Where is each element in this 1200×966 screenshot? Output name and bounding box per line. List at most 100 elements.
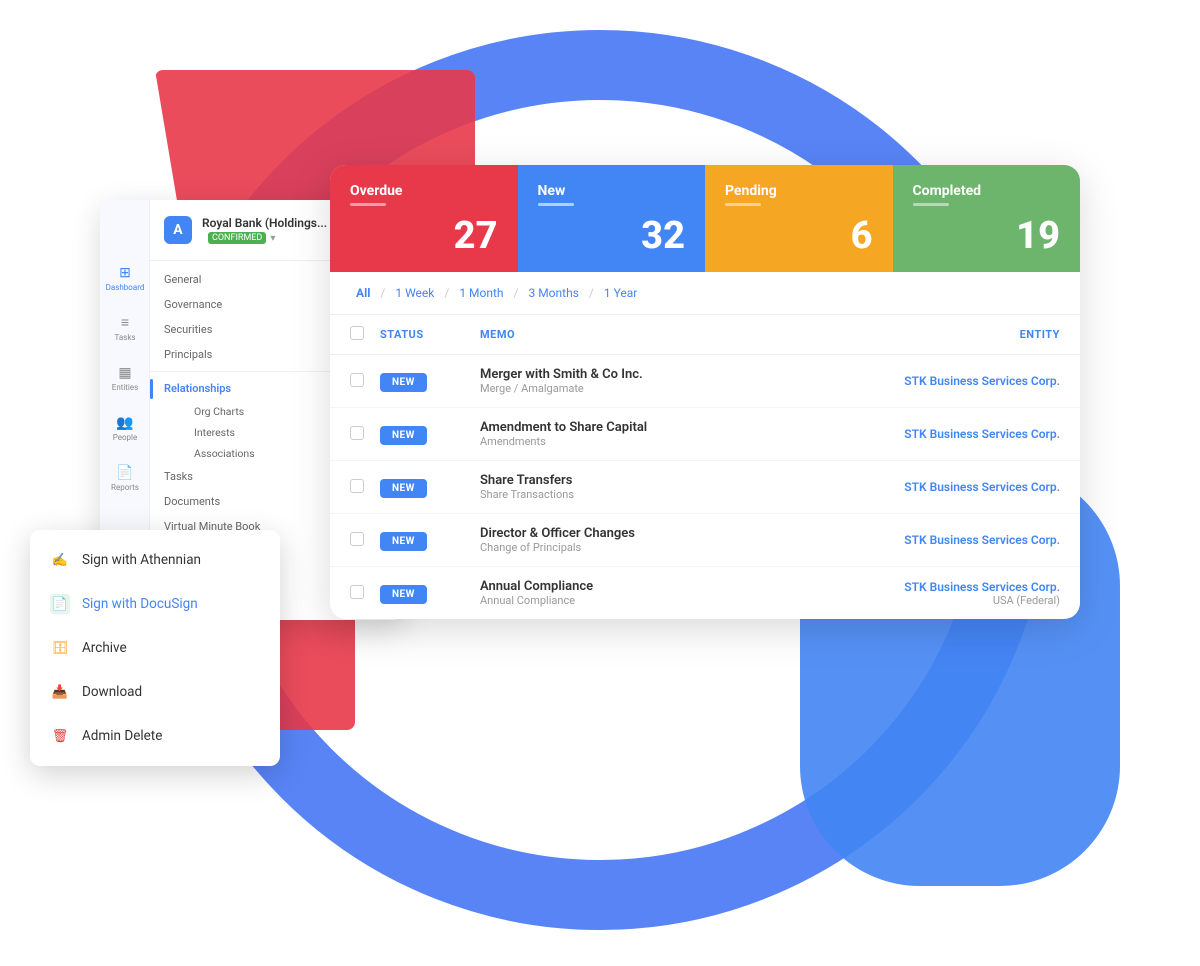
menu-item-sign-docusign[interactable]: 📄 Sign with DocuSign	[30, 582, 280, 626]
row-3-memo-title: Share Transfers	[480, 473, 840, 488]
org-name: Royal Bank (Holdings...	[202, 216, 327, 230]
pending-label: Pending	[725, 183, 873, 199]
row-4-memo: Director & Officer Changes Change of Pri…	[480, 526, 840, 554]
entities-label: Entities	[112, 383, 138, 392]
row-5-checkbox[interactable]	[350, 585, 364, 599]
athennian-label: Sign with Athennian	[82, 552, 201, 568]
filter-sep-2: /	[444, 286, 449, 300]
sidebar-icon-entities[interactable]: ▦ Entities	[107, 360, 143, 396]
row-2-status: NEW	[380, 423, 480, 445]
header-checkbox-col	[350, 325, 380, 344]
completed-count: 19	[913, 214, 1061, 258]
menu-item-sign-athennian[interactable]: ✍ Sign with Athennian	[30, 538, 280, 582]
row-1-memo-title: Merger with Smith & Co Inc.	[480, 367, 840, 382]
stat-card-new[interactable]: New 32	[518, 165, 706, 272]
relationships-label: Relationships	[164, 382, 231, 395]
entities-icon: ▦	[118, 365, 131, 381]
main-panel: Overdue 27 New 32 Pending 6 Completed 19…	[330, 165, 1080, 619]
table-row[interactable]: NEW Amendment to Share Capital Amendment…	[330, 408, 1080, 461]
row-4-status-badge: NEW	[380, 532, 427, 551]
row-5-check	[350, 584, 380, 603]
row-1-check	[350, 372, 380, 391]
archive-label: Archive	[82, 640, 127, 656]
filter-all[interactable]: All	[350, 284, 376, 302]
row-2-memo-title: Amendment to Share Capital	[480, 420, 840, 435]
new-count: 32	[538, 214, 686, 258]
row-4-entity-name: STK Business Services Corp.	[840, 533, 1060, 547]
row-5-status-badge: NEW	[380, 585, 427, 604]
row-5-entity-name: STK Business Services Corp.	[840, 580, 1060, 594]
row-1-entity-name: STK Business Services Corp.	[840, 374, 1060, 388]
stat-card-pending[interactable]: Pending 6	[705, 165, 893, 272]
general-label: General	[164, 273, 201, 286]
table-row[interactable]: NEW Annual Compliance Annual Compliance …	[330, 567, 1080, 619]
table: STATUS MEMO ENTITY NEW Merger with Smith…	[330, 315, 1080, 619]
delete-icon: 🗑	[50, 726, 70, 746]
people-label: People	[113, 433, 137, 442]
table-header: STATUS MEMO ENTITY	[330, 315, 1080, 355]
reports-label: Reports	[111, 483, 139, 492]
principals-label: Principals	[164, 348, 212, 361]
dropdown-arrow[interactable]: ▾	[270, 233, 275, 244]
row-4-check	[350, 531, 380, 550]
sidebar-icon-column: ⊞ Dashboard ≡ Tasks ▦ Entities 👥 People …	[100, 260, 150, 496]
tasks-nav-label: Tasks	[164, 470, 193, 483]
row-2-status-badge: NEW	[380, 426, 427, 445]
overdue-count: 27	[350, 214, 498, 258]
header-checkbox[interactable]	[350, 326, 364, 340]
row-2-memo: Amendment to Share Capital Amendments	[480, 420, 840, 448]
filter-sep-3: /	[514, 286, 519, 300]
pending-count: 6	[725, 214, 873, 258]
context-menu: ✍ Sign with Athennian 📄 Sign with DocuSi…	[30, 530, 280, 766]
athennian-icon: ✍	[50, 550, 70, 570]
row-3-memo-sub: Share Transactions	[480, 488, 840, 501]
row-4-checkbox[interactable]	[350, 532, 364, 546]
sidebar-icon-people[interactable]: 👥 People	[107, 410, 143, 446]
menu-item-archive[interactable]: 🗄 Archive	[30, 626, 280, 670]
row-4-status: NEW	[380, 529, 480, 551]
people-icon: 👥	[116, 415, 133, 431]
dashboard-label: Dashboard	[106, 283, 145, 292]
delete-label: Admin Delete	[82, 728, 162, 744]
table-row[interactable]: NEW Share Transfers Share Transactions S…	[330, 461, 1080, 514]
sidebar-org-info: Royal Bank (Holdings... CONFIRMED ▾	[202, 216, 327, 244]
filter-sep-4: /	[589, 286, 594, 300]
stat-card-completed[interactable]: Completed 19	[893, 165, 1081, 272]
new-label: New	[538, 183, 686, 199]
row-5-memo-title: Annual Compliance	[480, 579, 840, 594]
stats-row: Overdue 27 New 32 Pending 6 Completed 19	[330, 165, 1080, 272]
dashboard-icon: ⊞	[119, 265, 131, 281]
governance-label: Governance	[164, 298, 222, 311]
sidebar-icon-reports[interactable]: 📄 Reports	[107, 460, 143, 496]
row-1-entity: STK Business Services Corp.	[840, 374, 1060, 388]
filter-1month[interactable]: 1 Month	[453, 284, 509, 302]
row-3-status-badge: NEW	[380, 479, 427, 498]
filter-1year[interactable]: 1 Year	[598, 284, 644, 302]
stat-card-overdue[interactable]: Overdue 27	[330, 165, 518, 272]
table-row[interactable]: NEW Merger with Smith & Co Inc. Merge / …	[330, 355, 1080, 408]
filter-3months[interactable]: 3 Months	[522, 284, 584, 302]
sidebar-icon-tasks[interactable]: ≡ Tasks	[107, 310, 143, 346]
pending-underline	[725, 203, 761, 206]
securities-label: Securities	[164, 323, 212, 336]
row-1-checkbox[interactable]	[350, 373, 364, 387]
menu-item-download[interactable]: 📥 Download	[30, 670, 280, 714]
table-row[interactable]: NEW Director & Officer Changes Change of…	[330, 514, 1080, 567]
row-5-entity-sub: USA (Federal)	[840, 594, 1060, 607]
row-4-memo-sub: Change of Principals	[480, 541, 840, 554]
download-icon: 📥	[50, 682, 70, 702]
row-3-checkbox[interactable]	[350, 479, 364, 493]
row-2-check	[350, 425, 380, 444]
row-3-status: NEW	[380, 476, 480, 498]
menu-item-admin-delete[interactable]: 🗑 Admin Delete	[30, 714, 280, 758]
reports-icon: 📄	[116, 465, 133, 481]
archive-icon: 🗄	[50, 638, 70, 658]
overdue-underline	[350, 203, 386, 206]
filter-1week[interactable]: 1 Week	[389, 284, 440, 302]
sidebar-logo: A	[164, 216, 192, 244]
sidebar-icon-dashboard[interactable]: ⊞ Dashboard	[107, 260, 143, 296]
row-2-checkbox[interactable]	[350, 426, 364, 440]
row-5-status: NEW	[380, 582, 480, 604]
filter-sep-1: /	[380, 286, 385, 300]
tasks-icon: ≡	[121, 314, 129, 331]
